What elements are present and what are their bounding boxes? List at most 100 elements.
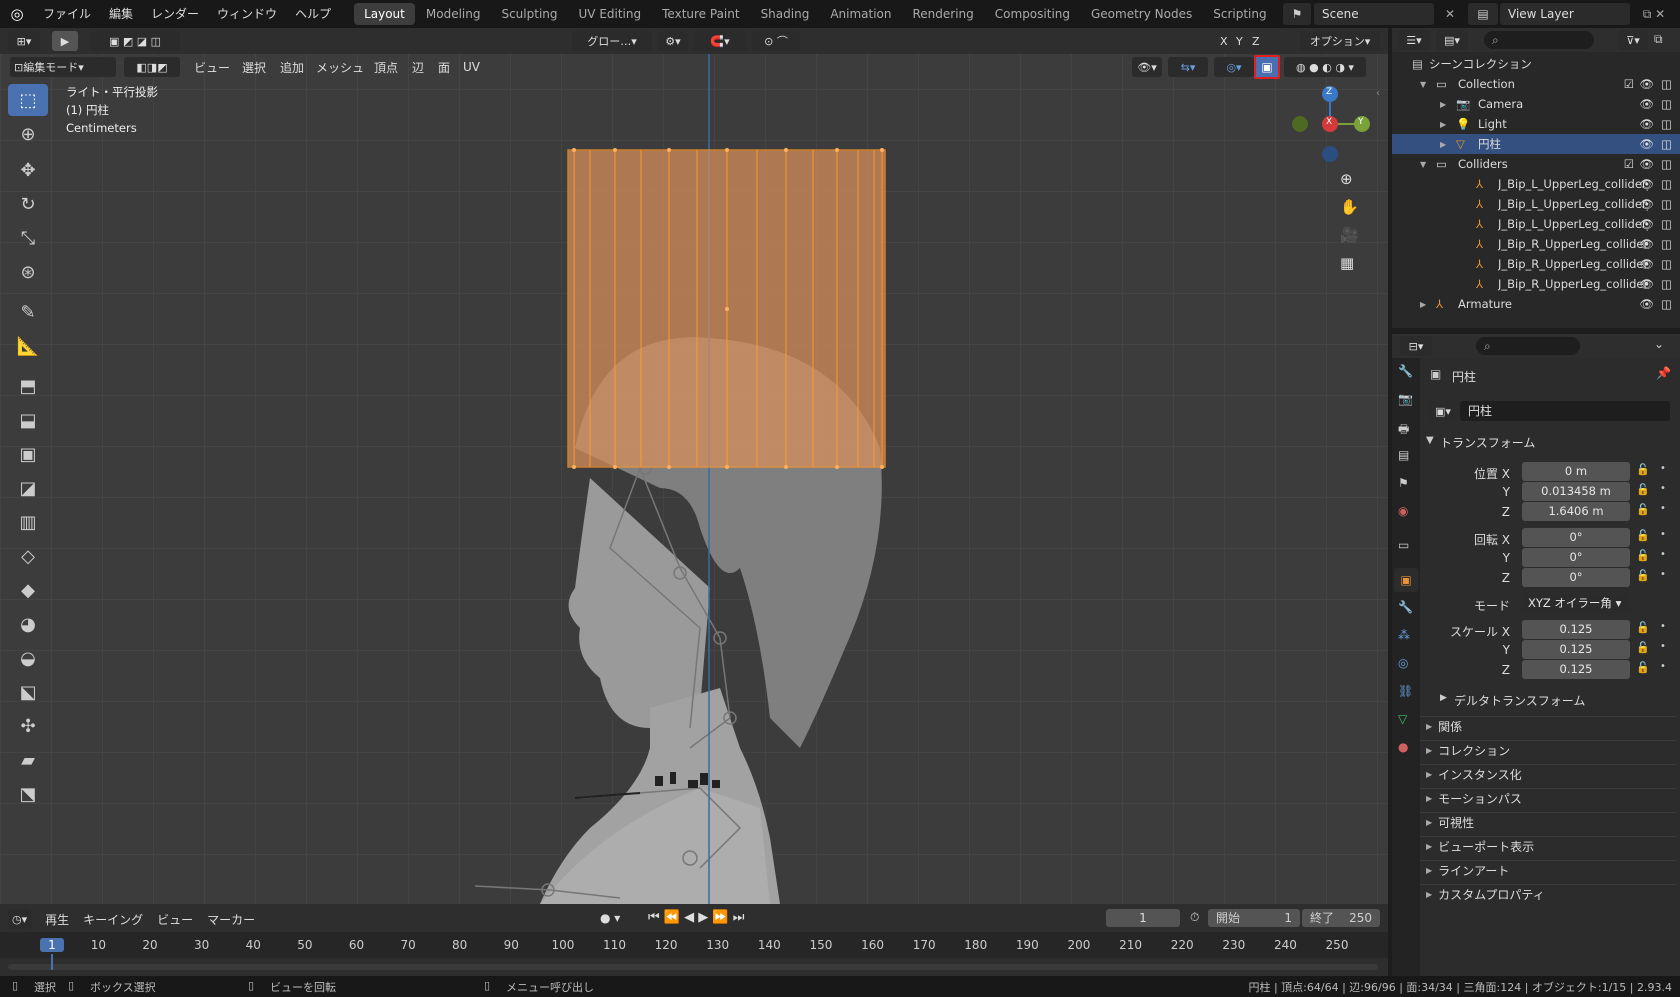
select-mode-icon[interactable]: ▶ [52,31,78,51]
mirror-axis-z[interactable]: Z [1252,35,1260,48]
outliner-row[interactable]: ▶ 💡 Light 👁 ◫ [1392,114,1680,134]
tab-tool-icon[interactable]: 🔧 [1398,364,1413,378]
render-camera-icon[interactable]: ◫ [1661,197,1672,211]
lock-icon[interactable]: 🔓 [1636,503,1650,516]
scale-x-field[interactable]: 0.125 [1522,620,1630,639]
tab-shading[interactable]: Shading [751,3,820,25]
tab-physics-icon[interactable]: ◎ [1398,656,1408,670]
timeline-editor-icon[interactable]: ◷▾ [8,909,32,929]
ortho-grid-icon[interactable]: ▦ [1340,254,1354,272]
blender-logo-icon[interactable]: ◎ [0,5,34,23]
tab-uv-editing[interactable]: UV Editing [569,3,652,25]
tab-geometry-nodes[interactable]: Geometry Nodes [1081,3,1202,25]
tab-texture-paint[interactable]: Texture Paint [652,3,749,25]
visibility-eye-icon[interactable]: 👁 [1639,237,1654,251]
outliner-editor-icon[interactable]: ☰▾ [1398,30,1430,50]
outliner-row[interactable]: ⅄ J_Bip_R_UpperLeg_collider_ 👁 ◫ [1392,234,1680,254]
visibility-eye-icon[interactable]: 👁 [1639,177,1654,191]
lock-icon[interactable]: 🔓 [1636,549,1650,562]
properties-section[interactable]: ▶ カスタムプロパティ [1420,884,1676,904]
outliner-row[interactable]: ▼ ▭ Colliders 👁 ◫ ☑ [1392,154,1680,174]
selection-modes-icon[interactable]: ▣ ◩ ◪ ◫ [90,31,180,51]
properties-collapse-icon[interactable]: ⌄ [1654,337,1664,351]
rip-tool-icon[interactable]: ⬔ [8,778,48,810]
outliner-row[interactable]: ⅄ J_Bip_R_UpperLeg_collider_ 👁 ◫ [1392,254,1680,274]
overlay-toggle-icon[interactable]: ◎▾ [1214,57,1254,77]
expand-arrow-icon[interactable]: ▶ [1440,120,1452,129]
lock-icon[interactable]: 🔓 [1636,661,1650,674]
exclude-checkbox[interactable]: ☑ [1624,157,1634,171]
annotate-tool-icon[interactable]: ✎ [8,296,48,328]
tab-output-icon[interactable]: 🖶 [1398,420,1409,441]
menu-edit[interactable]: 編集 [100,0,142,28]
rotation-x-field[interactable]: 0° [1522,528,1630,547]
timer-icon[interactable]: ⏱ [1190,910,1199,925]
tab-sculpting[interactable]: Sculpting [491,3,567,25]
lock-icon[interactable]: 🔓 [1636,641,1650,654]
scene-icon[interactable]: ⚑ [1283,3,1311,25]
menu-render[interactable]: レンダー [142,0,208,28]
lock-icon[interactable]: 🔓 [1636,529,1650,542]
shrink-tool-icon[interactable]: ✣ [8,710,48,742]
render-camera-icon[interactable]: ◫ [1661,217,1672,231]
outliner-row[interactable]: ⅄ J_Bip_L_UpperLeg_collider_ 👁 ◫ [1392,194,1680,214]
delta-transform-panel[interactable]: デルタトランスフォーム [1454,692,1585,709]
pivot-point-icon[interactable]: ⚙▾ [658,31,688,51]
properties-editor-icon[interactable]: ⊟▾ [1400,336,1432,356]
properties-section[interactable]: ▶ 関係 [1420,716,1676,736]
new-collection-icon[interactable]: ⧉ [1654,32,1663,47]
select-vertex-edge-face-icon[interactable]: ◧◨◩ [124,57,180,77]
visibility-eye-icon[interactable]: 👁 [1639,297,1654,311]
edge-slide-tool-icon[interactable]: ⬕ [8,676,48,708]
select-box-tool-icon[interactable]: ⬚ [8,84,48,116]
snap-icon[interactable]: 🧲▾ [694,31,746,51]
visibility-eye-icon[interactable]: 👁 [1639,137,1654,151]
view-layer-selector[interactable]: View Layer [1500,3,1630,25]
keyframe-dot-icon[interactable]: • [1660,621,1666,632]
transform-tool-icon[interactable]: ⊛ [8,256,48,288]
tab-collection-icon[interactable]: ▭ [1398,538,1409,552]
lock-icon[interactable]: 🔓 [1636,463,1650,476]
scale-y-field[interactable]: 0.125 [1522,640,1630,659]
menu-uv[interactable]: UV [463,60,480,74]
scale-tool-icon[interactable]: ⤡ [8,222,48,254]
render-camera-icon[interactable]: ◫ [1661,77,1672,91]
keyframe-dot-icon[interactable]: • [1660,661,1666,672]
transform-orientation-dropdown[interactable]: グロー… ▾ [572,31,652,51]
object-name-field[interactable]: 円柱 [1460,401,1670,421]
tab-scene-icon[interactable]: ⚑ [1398,476,1409,490]
bevel-tool-icon[interactable]: ◪ [8,472,48,504]
timeline-scrollbar[interactable] [8,964,1378,970]
scene-close-icon[interactable]: ✕ [1436,3,1464,25]
object-datablock-icon[interactable]: ▣▾ [1428,401,1458,421]
menu-file[interactable]: ファイル [34,0,100,28]
delta-transform-expand-icon[interactable]: ▶ [1440,693,1447,703]
outliner-row[interactable]: ⅄ J_Bip_R_UpperLeg_collider_ 👁 ◫ [1392,274,1680,294]
tab-data-icon[interactable]: ▽ [1398,712,1407,726]
move-tool-icon[interactable]: ✥ [8,154,48,186]
poly-build-tool-icon[interactable]: ◆ [8,574,48,606]
outliner-row[interactable]: ▶ ▽ 円柱 👁 ◫ [1392,134,1680,154]
xray-toggle-icon[interactable]: ▣ [1254,55,1280,79]
outliner-scene-collection[interactable]: ▤ シーンコレクション [1392,54,1680,74]
display-mode-icon[interactable]: ▤▾ [1436,30,1468,50]
menu-playback[interactable]: 再生 [45,911,69,928]
properties-section[interactable]: ▶ インスタンス化 [1420,764,1676,784]
pin-icon[interactable]: 📌 [1656,366,1671,380]
outliner-row[interactable]: ▶ ⅄ Armature 👁 ◫ [1392,294,1680,314]
mirror-axis-y[interactable]: Y [1236,35,1243,48]
filter-icon[interactable]: ⊽▾ [1618,30,1648,50]
rotate-tool-icon[interactable]: ↻ [8,188,48,220]
scale-z-field[interactable]: 0.125 [1522,660,1630,679]
visibility-eye-icon[interactable]: 👁 [1639,277,1654,291]
end-frame-field[interactable]: 終了 250 [1302,909,1380,927]
visibility-eye-icon[interactable]: 👁 [1639,197,1654,211]
menu-edge[interactable]: 辺 [412,59,424,76]
menu-mesh[interactable]: メッシュ [316,59,364,76]
transform-panel-title[interactable]: トランスフォーム [1440,434,1535,451]
expand-arrow-icon[interactable]: ▶ [1440,100,1452,109]
render-camera-icon[interactable]: ◫ [1661,157,1672,171]
outliner-row[interactable]: ⅄ J_Bip_L_UpperLeg_collider_ 👁 ◫ [1392,214,1680,234]
visibility-eye-icon[interactable]: 👁 [1639,257,1654,271]
tab-world-icon[interactable]: ◉ [1398,504,1408,518]
